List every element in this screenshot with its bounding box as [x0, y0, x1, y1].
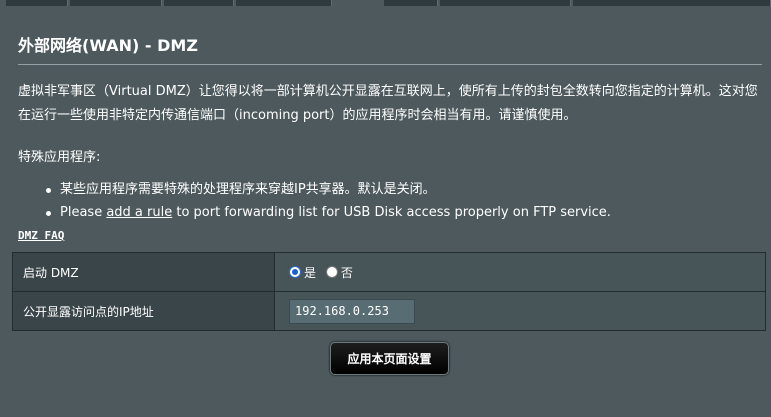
- exposed-ip-cell: [274, 291, 766, 331]
- dmz-settings-panel: 外部网络(WAN) - DMZ 虚拟非军事区（Virtual DMZ）让您得以将…: [4, 6, 771, 417]
- dmz-faq-link[interactable]: DMZ FAQ: [18, 229, 64, 242]
- enable-dmz-yes-label[interactable]: 是: [304, 266, 316, 280]
- enable-dmz-no-label[interactable]: 否: [341, 266, 353, 280]
- dmz-description: 虚拟非军事区（Virtual DMZ）让您得以将一部计算机公开显露在互联网上，使…: [18, 84, 758, 123]
- table-row: 启动 DMZ 是 否: [12, 252, 766, 292]
- page-title: 外部网络(WAN) - DMZ: [18, 36, 198, 55]
- enable-dmz-yes-radio[interactable]: [289, 266, 301, 278]
- exposed-ip-label: 公开显露访问点的IP地址: [12, 291, 275, 331]
- enable-dmz-options: 是 否: [274, 252, 766, 292]
- dmz-settings-table: 启动 DMZ 是 否 公开显露访问点的IP地址: [12, 252, 766, 331]
- list-item: 某些应用程序需要特殊的处理程序来穿越IP共享器。默认是关闭。: [46, 178, 611, 201]
- bullet-text: 某些应用程序需要特殊的处理程序来穿越IP共享器。默认是关闭。: [60, 182, 436, 197]
- list-item: Please add a rule to port forwarding lis…: [46, 201, 611, 224]
- special-apps-label: 特殊应用程序:: [18, 150, 101, 165]
- special-apps-list: 某些应用程序需要特殊的处理程序来穿越IP共享器。默认是关闭。 Please ad…: [46, 178, 611, 224]
- exposed-ip-input[interactable]: [289, 298, 415, 324]
- enable-dmz-no-radio[interactable]: [325, 266, 338, 278]
- bullet-text-before: Please: [60, 205, 107, 220]
- title-divider: [18, 64, 762, 65]
- table-row: 公开显露访问点的IP地址: [12, 291, 766, 331]
- add-rule-link[interactable]: add a rule: [106, 205, 172, 220]
- bullet-text-after: to port forwarding list for USB Disk acc…: [172, 205, 611, 220]
- apply-settings-button[interactable]: 应用本页面设置: [330, 342, 449, 375]
- enable-dmz-label: 启动 DMZ: [12, 252, 275, 292]
